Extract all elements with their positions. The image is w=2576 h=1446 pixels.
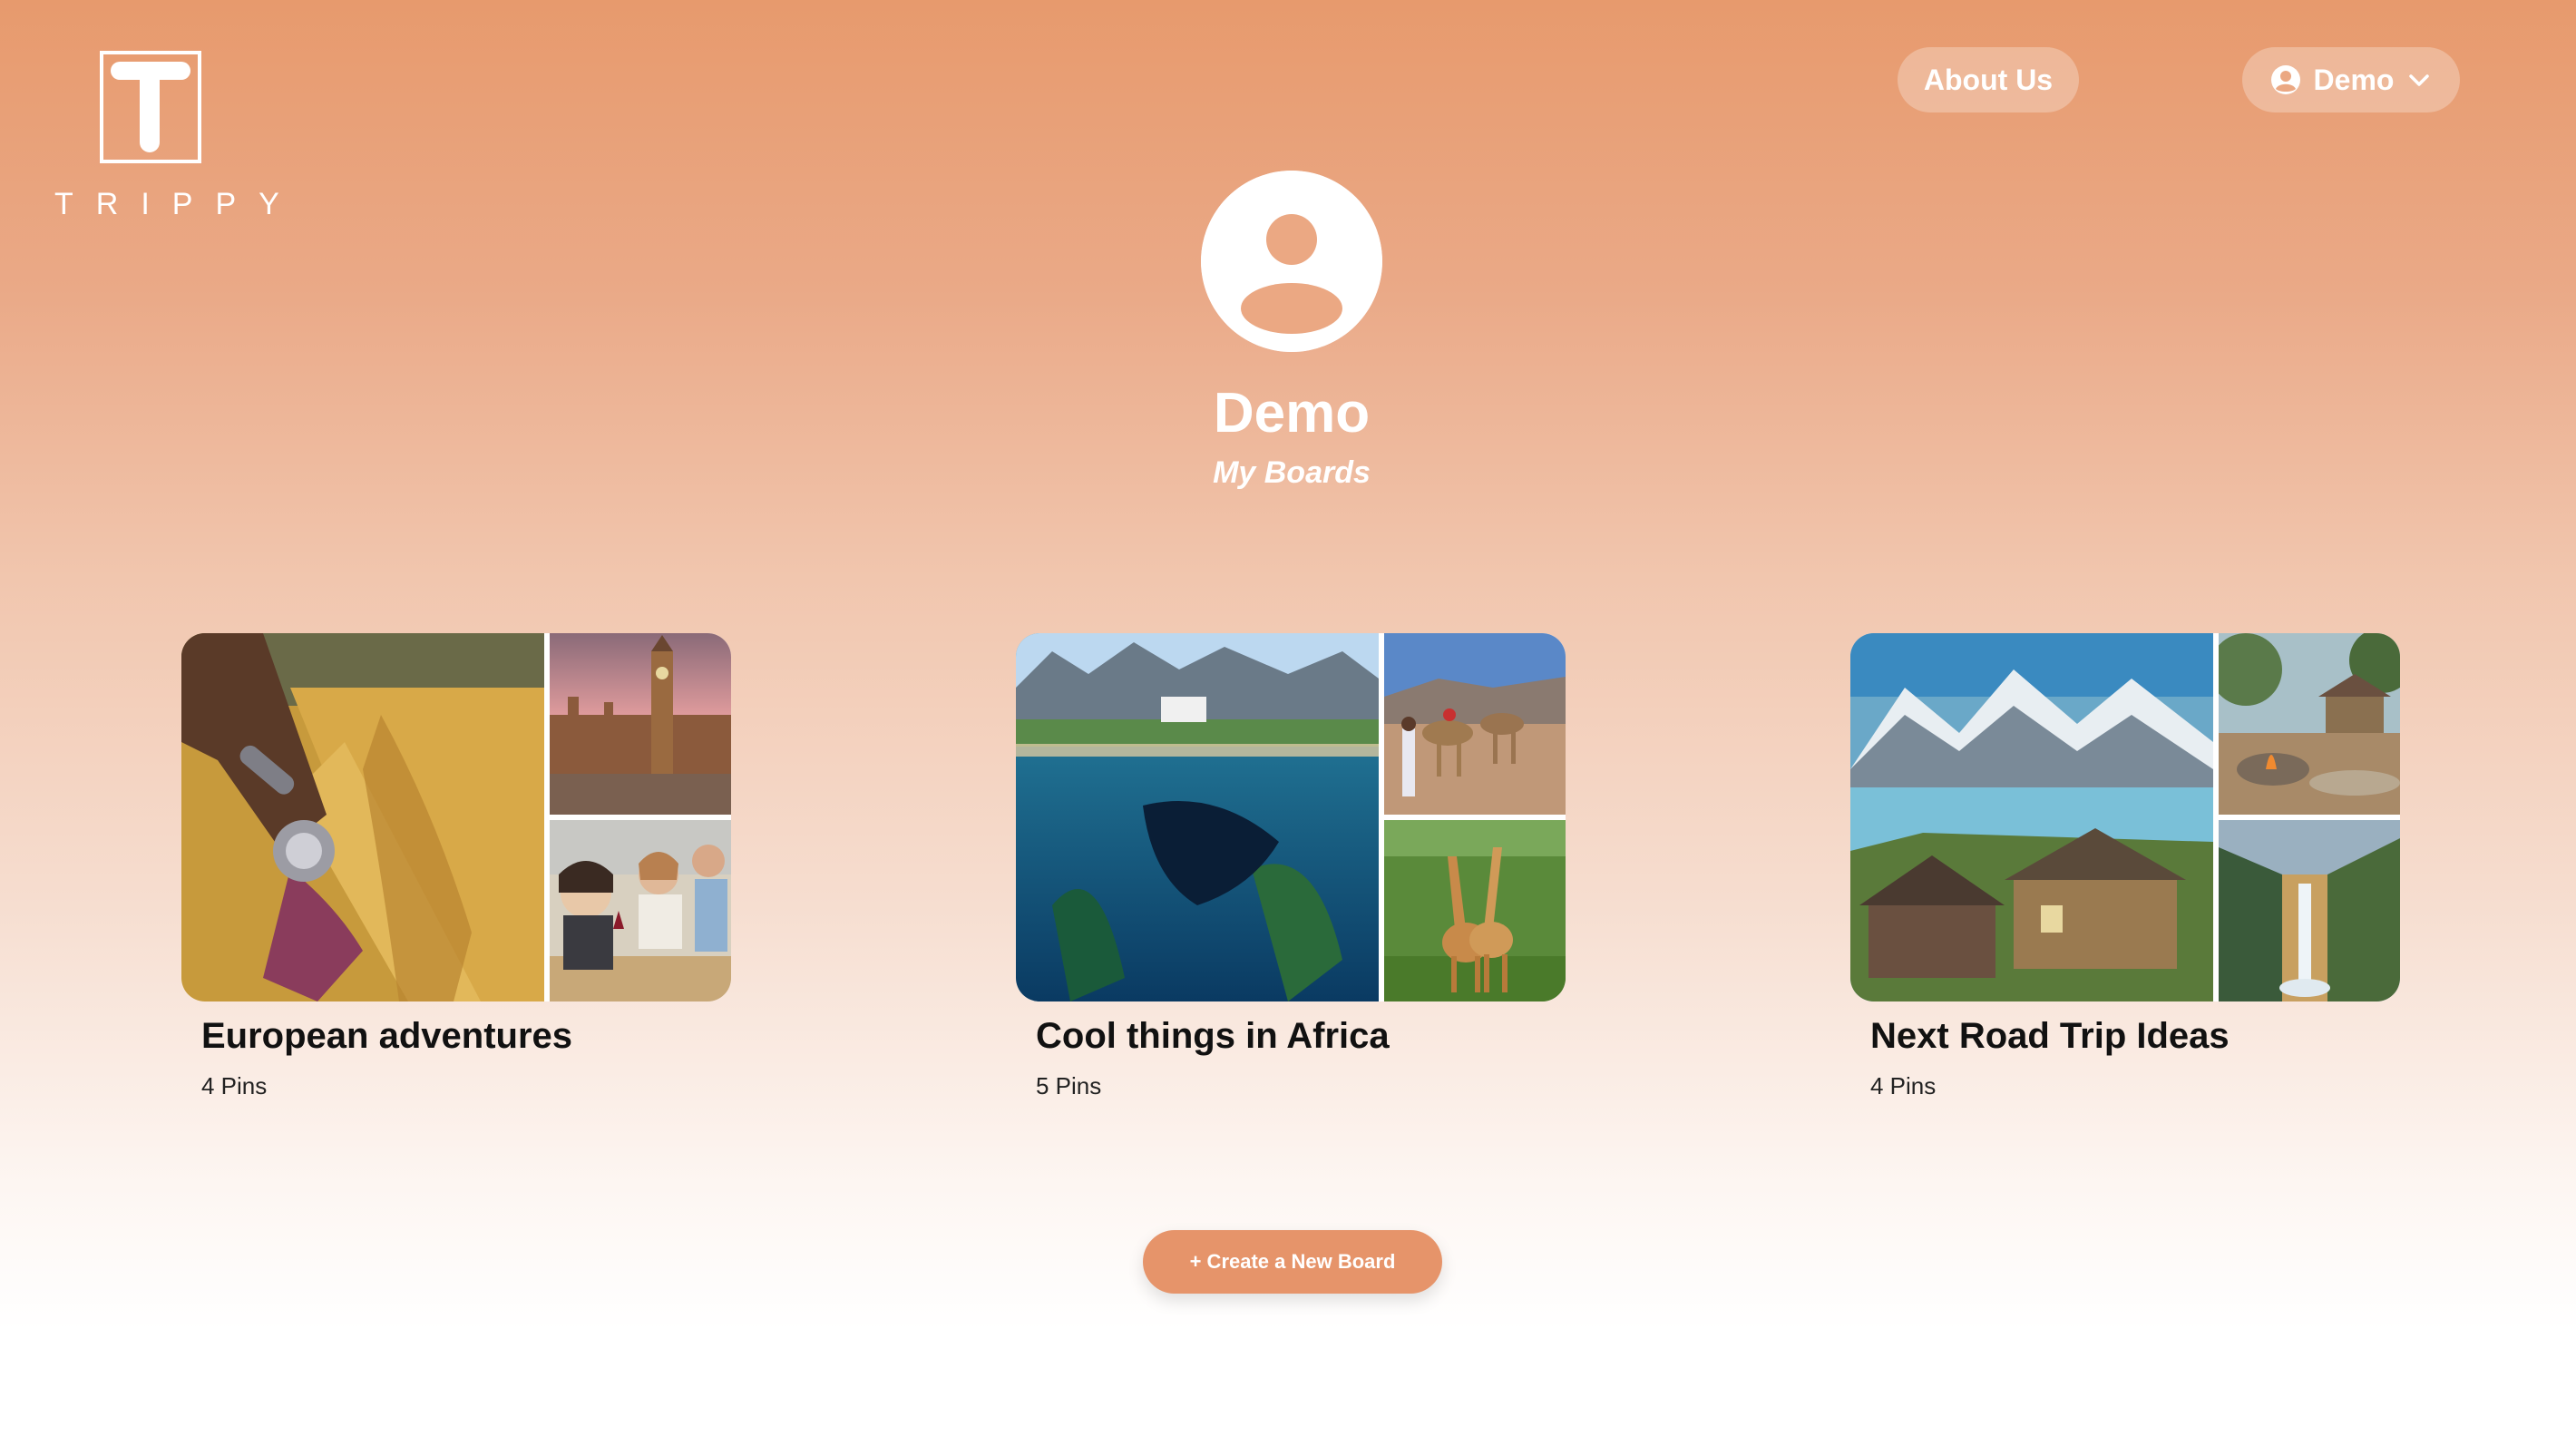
board-pin-count: 4 Pins <box>201 1072 268 1099</box>
board-collage[interactable] <box>1016 633 1566 1001</box>
board-thumb-image <box>1384 820 1566 1001</box>
board-cover-image <box>181 633 544 1001</box>
about-us-button[interactable]: About Us <box>1898 47 2079 112</box>
user-menu-label: Demo <box>2313 63 2395 96</box>
board-thumb-image <box>550 633 731 815</box>
board-title[interactable]: Next Road Trip Ideas <box>1870 1016 2415 1057</box>
board-collage[interactable] <box>1850 633 2400 1001</box>
chevron-down-icon <box>2406 67 2432 93</box>
board-pin-count: 4 Pins <box>1870 1072 1937 1099</box>
board-thumb-image <box>1384 633 1566 815</box>
profile-name: Demo <box>1213 382 1371 445</box>
board-title[interactable]: Cool things in Africa <box>1036 1016 1580 1057</box>
board-thumb-image <box>2219 820 2400 1001</box>
create-board-button[interactable]: + Create a New Board <box>1143 1230 1442 1294</box>
profile-subtitle: My Boards <box>1213 455 1371 490</box>
logo-mark <box>100 51 201 163</box>
board-cover-image <box>1016 633 1379 1001</box>
board-thumb-image <box>550 820 731 1001</box>
board-thumb-image <box>2219 633 2400 815</box>
board-card[interactable]: Cool things in Africa 5 Pins <box>1016 633 1566 1105</box>
avatar-placeholder-icon <box>1201 171 1382 352</box>
trippy-logo[interactable]: TRIPPY <box>54 51 302 223</box>
board-card[interactable]: Next Road Trip Ideas 4 Pins <box>1850 633 2400 1105</box>
board-pin-count: 5 Pins <box>1036 1072 1102 1099</box>
board-card[interactable]: European adventures 4 Pins <box>181 633 731 1105</box>
logo-wordmark: TRIPPY <box>54 187 302 221</box>
logo-t-icon <box>111 62 190 152</box>
board-title[interactable]: European adventures <box>201 1016 746 1057</box>
board-collage[interactable] <box>181 633 731 1001</box>
user-circle-icon <box>2270 64 2301 95</box>
board-cover-image <box>1850 633 2213 1001</box>
user-menu-button[interactable]: Demo <box>2242 47 2460 112</box>
